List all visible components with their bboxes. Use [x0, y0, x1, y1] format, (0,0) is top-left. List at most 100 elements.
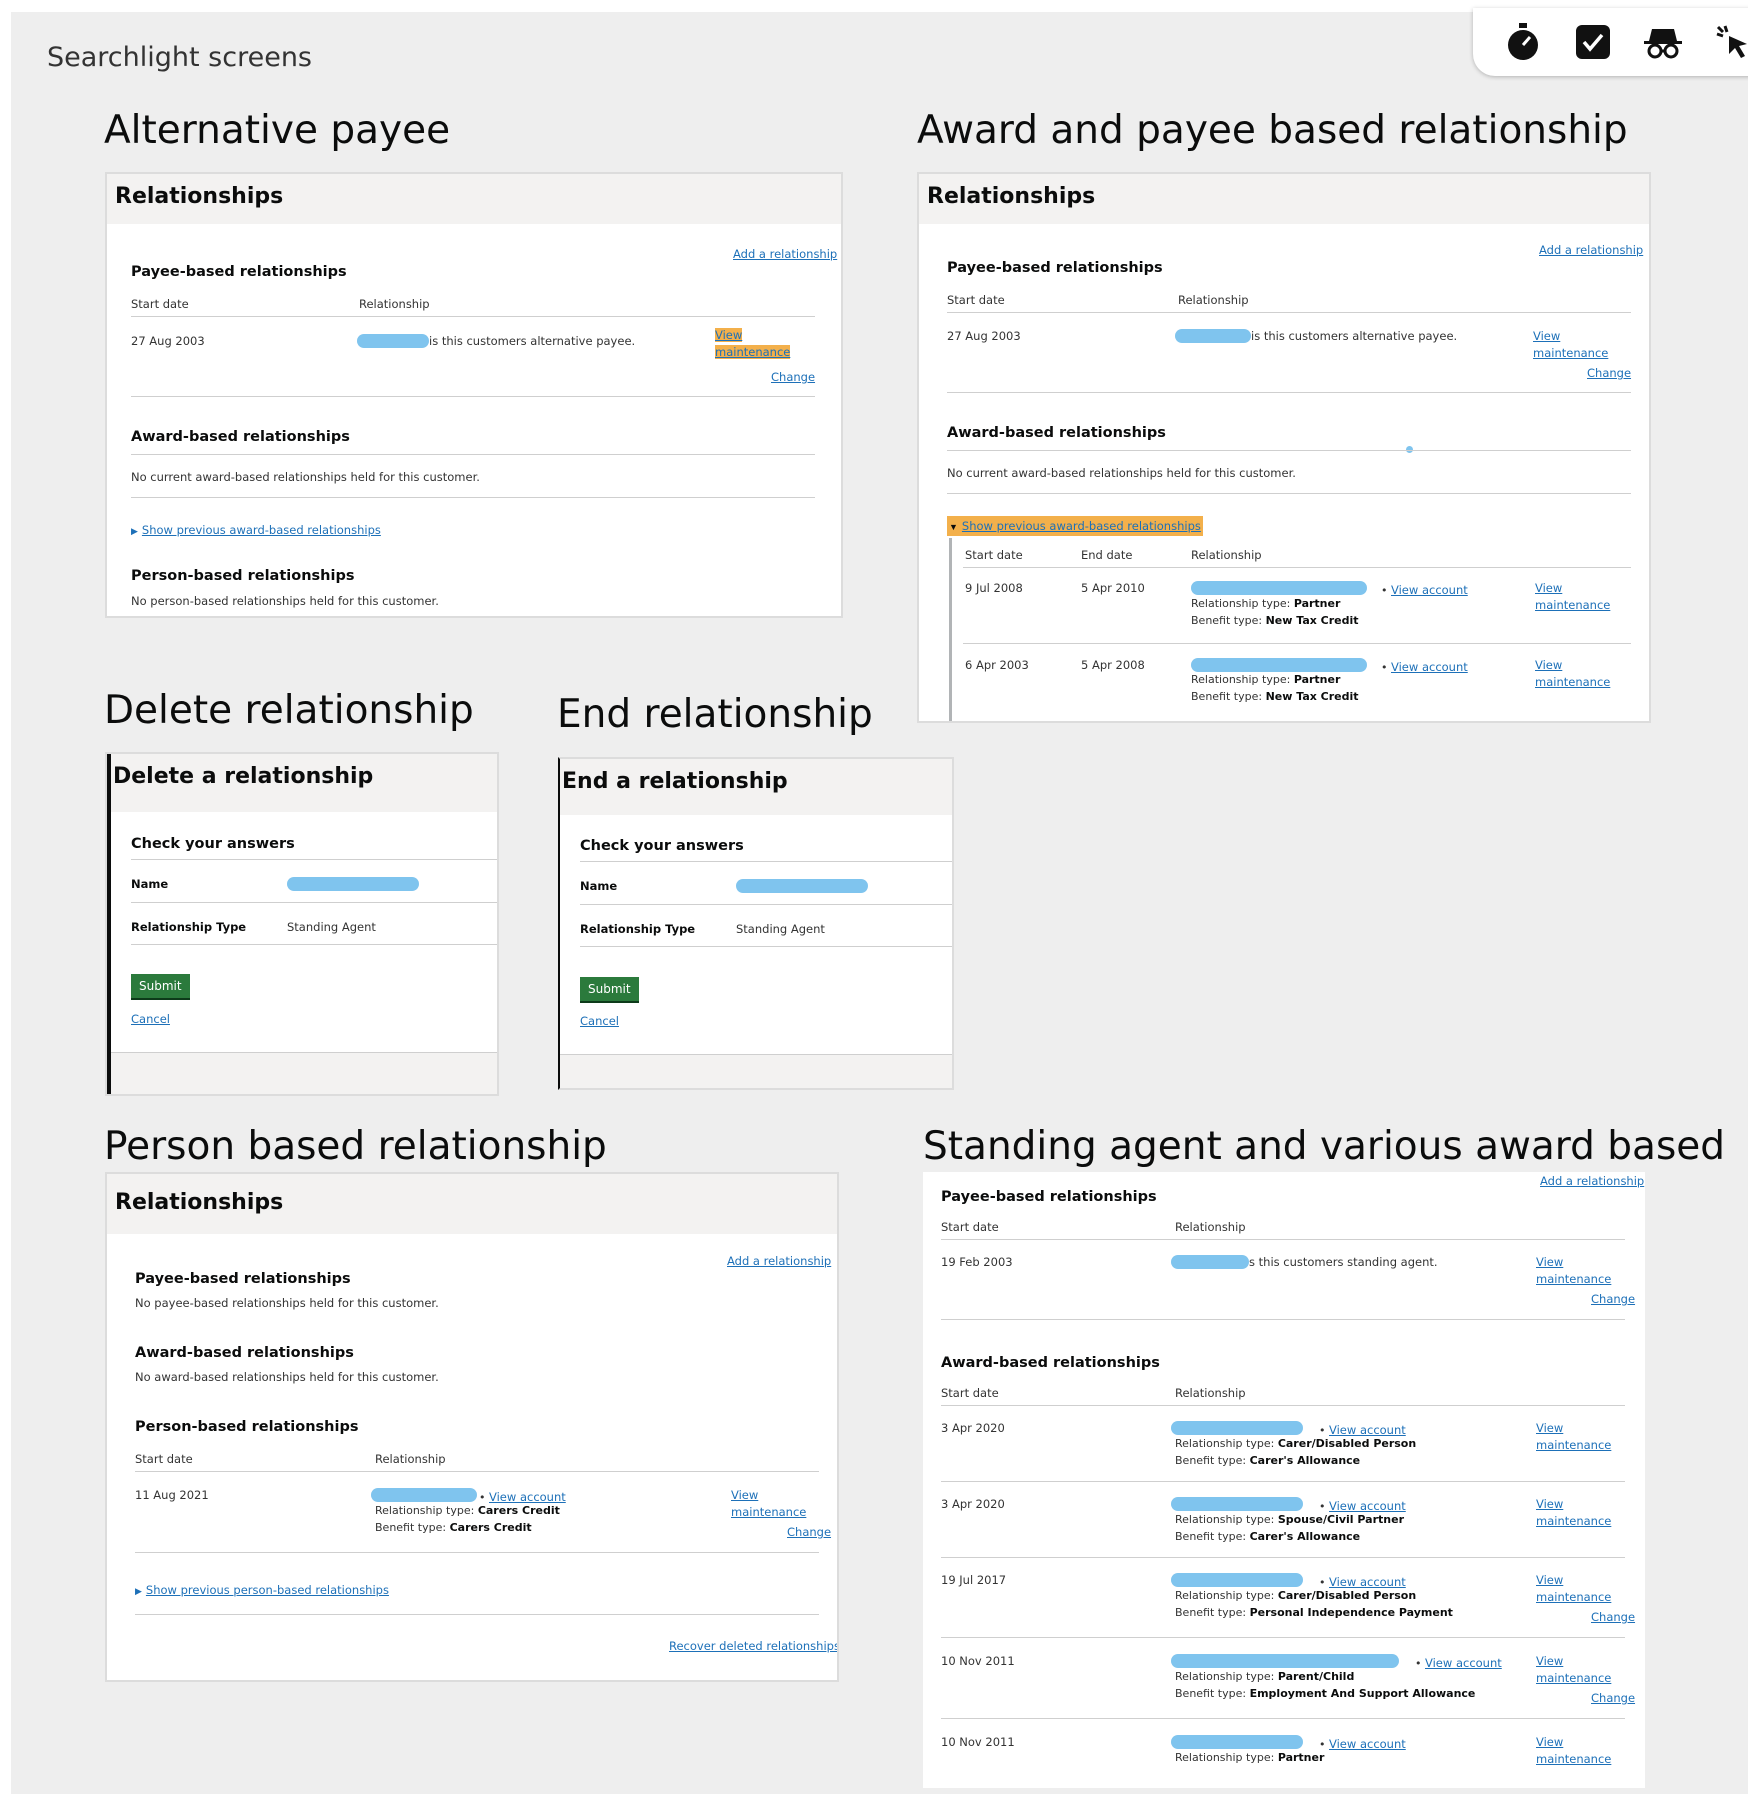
view-account-link[interactable]: View account [1391, 583, 1468, 597]
recover-deleted-link[interactable]: Recover deleted relationships [669, 1639, 837, 1653]
show-previous-person-toggle[interactable]: ▶ Show previous person-based relationship… [135, 1581, 389, 1599]
maintenance-link[interactable]: maintenance [1536, 1272, 1611, 1286]
section-title-award-payee: Award and payee based relationship [917, 108, 1628, 153]
maintenance-link[interactable]: maintenance [1536, 1514, 1611, 1528]
ben-label: Benefit type: [375, 1521, 447, 1534]
change-link[interactable]: Change [787, 1525, 831, 1539]
benefit-type: Benefit type: Carer's Allowance [1175, 1452, 1360, 1469]
change-link[interactable]: Change [1591, 1610, 1635, 1624]
view-link[interactable]: View [715, 328, 743, 342]
redacted-name [1171, 1255, 1249, 1269]
view-link[interactable]: View [1536, 1735, 1563, 1749]
page-header: Relationships [107, 174, 841, 224]
rel-label: Relationship type: [375, 1504, 475, 1517]
submit-button[interactable]: Submit [131, 974, 190, 1000]
page-header: End a relationship [560, 759, 952, 815]
change-link[interactable]: Change [1591, 1691, 1635, 1705]
redacted-name [357, 334, 429, 348]
redacted-name [1175, 329, 1251, 343]
prev-row-start: 6 Apr 2003 [965, 658, 1029, 672]
change-link[interactable]: Change [771, 370, 815, 384]
rel-label: Relationship type: [1191, 673, 1291, 686]
award-row-start: 10 Nov 2011 [941, 1654, 1015, 1668]
maintenance-link[interactable]: maintenance [731, 1505, 806, 1519]
stopwatch-icon[interactable] [1503, 22, 1543, 62]
maintenance-link[interactable]: maintenance [715, 345, 791, 359]
view-account-group: • View account [1319, 1737, 1406, 1751]
view-account-link[interactable]: View account [1425, 1656, 1502, 1670]
change-link[interactable]: Change [1591, 1292, 1635, 1306]
ben-value: Personal Independence Payment [1249, 1606, 1453, 1619]
checkbox-icon[interactable] [1573, 22, 1613, 62]
divider [131, 902, 497, 903]
relationship-type: Relationship type: Parent/Child [1175, 1668, 1354, 1685]
view-link[interactable]: View [1536, 1497, 1563, 1511]
divider [131, 944, 497, 945]
view-link[interactable]: View [1536, 1255, 1563, 1269]
maintenance-link[interactable]: maintenance [1535, 598, 1610, 612]
add-relationship-link[interactable]: Add a relationship [727, 1254, 831, 1268]
maintenance-link[interactable]: maintenance [1536, 1438, 1611, 1452]
incognito-icon[interactable] [1643, 22, 1683, 62]
cancel-link[interactable]: Cancel [131, 1012, 170, 1026]
rel-value: Spouse/Civil Partner [1277, 1513, 1404, 1526]
divider [131, 454, 815, 455]
cancel-link[interactable]: Cancel [580, 1014, 619, 1028]
view-link[interactable]: View [1536, 1573, 1563, 1587]
add-relationship-link[interactable]: Add a relationship [1539, 243, 1643, 257]
section-title-person: Person based relationship [104, 1124, 607, 1169]
view-link[interactable]: View [1535, 658, 1562, 672]
redacted-name [1171, 1654, 1399, 1668]
payee-heading: Payee-based relationships [135, 1271, 351, 1287]
storyboard-canvas: Searchlight screens Alternative payee Re… [11, 8, 1748, 1794]
col-relationship: Relationship [1191, 548, 1262, 562]
divider [941, 1481, 1625, 1482]
benefit-type: Benefit type: Carers Credit [375, 1519, 532, 1536]
view-account-link[interactable]: View account [1391, 660, 1468, 674]
view-link[interactable]: View [1533, 329, 1560, 343]
maintenance-link[interactable]: maintenance [1533, 346, 1608, 360]
view-account-link[interactable]: View account [1329, 1737, 1406, 1751]
add-relationship-link[interactable]: Add a relationship [733, 247, 837, 261]
divider [135, 1552, 819, 1553]
award-payee-screen: Relationships Add a relationship Payee-b… [917, 172, 1651, 723]
delete-relationship-screen: Delete a relationship Check your answers… [105, 752, 499, 1096]
view-link[interactable]: View [1536, 1654, 1563, 1668]
row-relationship-text: is this customers alternative payee. [429, 334, 636, 348]
maintenance-link[interactable]: maintenance [1535, 675, 1610, 689]
col-start-date: Start date [941, 1220, 999, 1234]
divider [135, 1614, 819, 1615]
maintenance-link[interactable]: maintenance [1536, 1671, 1611, 1685]
divider [941, 1405, 1625, 1406]
award-row-start: 3 Apr 2020 [941, 1497, 1005, 1511]
view-link[interactable]: View [731, 1488, 758, 1502]
redacted-name [1171, 1573, 1303, 1587]
view-account-group: • View account [1381, 583, 1468, 597]
rel-label: Relationship type: [1175, 1589, 1275, 1602]
show-previous-award-toggle[interactable]: ▼ Show previous award-based relationships [947, 516, 1203, 536]
divider [963, 567, 1631, 568]
col-start-date: Start date [941, 1386, 999, 1400]
ben-value: Employment And Support Allowance [1249, 1687, 1476, 1700]
prev-row-end: 5 Apr 2010 [1081, 581, 1145, 595]
section-title-end: End relationship [557, 692, 873, 737]
change-link[interactable]: Change [1587, 366, 1631, 380]
relationship-type: Relationship type: Carers Credit [375, 1502, 560, 1519]
click-cursor-icon[interactable] [1713, 22, 1748, 62]
show-previous-link[interactable]: Show previous award-based relationships [142, 523, 381, 537]
view-link[interactable]: View [1536, 1421, 1563, 1435]
maintenance-link[interactable]: maintenance [1536, 1752, 1611, 1766]
prev-row-end: 5 Apr 2008 [1081, 658, 1145, 672]
name-label: Name [131, 877, 169, 891]
divider [131, 316, 815, 317]
col-relationship: Relationship [1175, 1220, 1246, 1234]
add-relationship-link[interactable]: Add a relationship [1540, 1174, 1644, 1188]
show-previous-link[interactable]: Show previous person-based relationships [146, 1583, 389, 1597]
col-start-date: Start date [131, 297, 189, 311]
show-previous-link[interactable]: Show previous award-based relationships [962, 519, 1201, 533]
view-link[interactable]: View [1535, 581, 1562, 595]
show-previous-award-toggle[interactable]: ▶ Show previous award-based relationships [131, 521, 381, 539]
relationship-type: Relationship type: Carer/Disabled Person [1175, 1587, 1416, 1604]
maintenance-link[interactable]: maintenance [1536, 1590, 1611, 1604]
submit-button[interactable]: Submit [580, 977, 639, 1003]
